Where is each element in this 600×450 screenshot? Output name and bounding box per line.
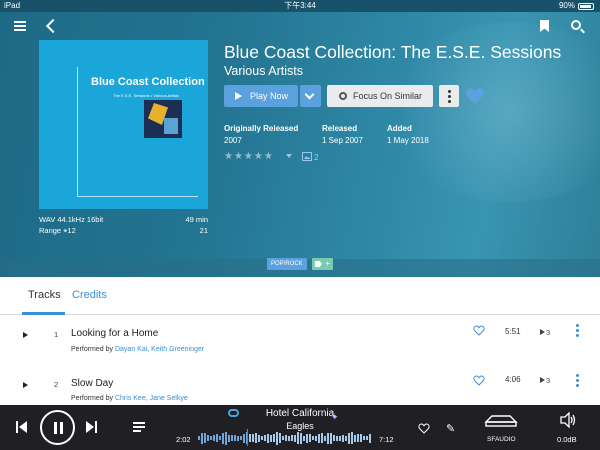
track-row[interactable]: 1 Looking for a Home Performed by Dayan … (0, 318, 600, 368)
audio-device-name[interactable]: SFAUDIO (487, 436, 516, 443)
search-icon[interactable] (571, 20, 581, 30)
audio-device-icon[interactable] (484, 413, 518, 427)
play-count: 3 (540, 376, 550, 385)
hamburger-menu-icon[interactable] (14, 21, 26, 31)
radio-sparkle-icon[interactable]: ✦ (331, 412, 339, 423)
track-performers: Performed by Chris Kee, Jane Selkye (71, 395, 188, 402)
album-header: Blue Coast Collection The E.S.E. Session… (0, 12, 600, 277)
release-date: Released 1 Sep 2007 (322, 124, 363, 145)
album-duration: 49 min (185, 215, 208, 224)
heart-icon[interactable] (473, 375, 485, 386)
album-cover[interactable]: Blue Coast Collection The E.S.E. Session… (39, 40, 208, 209)
heart-icon[interactable] (418, 423, 430, 434)
track-number: 1 (54, 330, 59, 339)
more-options-button[interactable] (439, 85, 459, 107)
star-rating[interactable]: ★★★★★ (224, 151, 274, 162)
track-performers: Performed by Dayan Kai, Keith Greeninger (71, 346, 205, 353)
elapsed-time: 2:02 (176, 435, 191, 444)
cover-title: Blue Coast Collection (91, 76, 205, 88)
now-playing-bar: Hotel California Eagles ✦ 2:02 7:12 ✎ SF… (0, 405, 600, 450)
track-duration: 4:06 (505, 375, 521, 384)
waveform-seekbar[interactable] (198, 431, 372, 445)
audio-format: WAV 44.1kHz 16bit (39, 215, 104, 224)
volume-icon[interactable] (560, 412, 576, 428)
clock: 下午3:44 (284, 1, 316, 10)
play-icon (235, 92, 242, 100)
volume-level[interactable]: 0.0dB (557, 435, 577, 444)
track-count: 21 (199, 226, 208, 235)
playhead[interactable] (247, 429, 249, 446)
play-icon[interactable] (23, 332, 28, 338)
battery-icon (578, 2, 594, 10)
performer-links[interactable]: Chris Kee, Jane Selkye (115, 395, 188, 402)
image-gallery-icon[interactable] (302, 152, 312, 161)
genre-tag[interactable]: POP/ROCK (267, 258, 307, 270)
play-now-button[interactable]: Play Now (224, 85, 298, 107)
track-title[interactable]: Slow Day (71, 378, 113, 389)
tab-credits[interactable]: Credits (72, 289, 107, 301)
cover-artwork (144, 100, 182, 138)
heart-icon[interactable] (473, 325, 485, 336)
image-count[interactable]: 2 (314, 153, 318, 162)
track-number: 2 (54, 380, 59, 389)
tab-bar: Tracks Credits (0, 277, 600, 315)
focus-on-similar-button[interactable]: Focus On Similar (327, 85, 433, 107)
play-count: 3 (540, 328, 550, 337)
track-duration: 5:51 (505, 327, 521, 336)
album-artist[interactable]: Various Artists (224, 64, 303, 78)
battery-status: 90% (559, 0, 594, 12)
performer-links[interactable]: Dayan Kai, Keith Greeninger (115, 346, 204, 353)
cover-subtitle: The E.S.E. Sessions • Various Artists (113, 93, 179, 98)
favorite-heart-icon[interactable] (465, 87, 485, 105)
dynamic-range: Range ⌖12 (39, 226, 76, 235)
track-more-icon[interactable] (576, 324, 579, 337)
battery-percent: 90% (558, 1, 575, 10)
original-release-date: Originally Released 2007 (224, 124, 299, 145)
tab-tracks[interactable]: Tracks (28, 289, 61, 301)
play-now-label: Play Now (250, 91, 289, 101)
album-title: Blue Coast Collection: The E.S.E. Sessio… (224, 42, 562, 62)
add-tag-button[interactable]: + (312, 258, 333, 270)
added-date: Added 1 May 2018 (387, 124, 429, 145)
play-options-dropdown[interactable] (300, 85, 321, 107)
play-icon[interactable] (23, 382, 28, 388)
focus-label: Focus On Similar (353, 91, 423, 101)
focus-icon (339, 92, 347, 100)
chevron-down-icon[interactable] (286, 154, 292, 158)
track-title[interactable]: Looking for a Home (71, 328, 158, 339)
status-bar: iPad 下午3:44 90% (0, 0, 600, 12)
track-more-icon[interactable] (576, 374, 579, 387)
pin-icon[interactable]: ✎ (446, 422, 455, 435)
active-tab-indicator (22, 312, 65, 315)
chevron-left-icon[interactable] (45, 18, 61, 34)
total-time: 7:12 (379, 435, 394, 444)
album-format-info: WAV 44.1kHz 16bit 49 min Range ⌖12 21 (39, 214, 208, 236)
